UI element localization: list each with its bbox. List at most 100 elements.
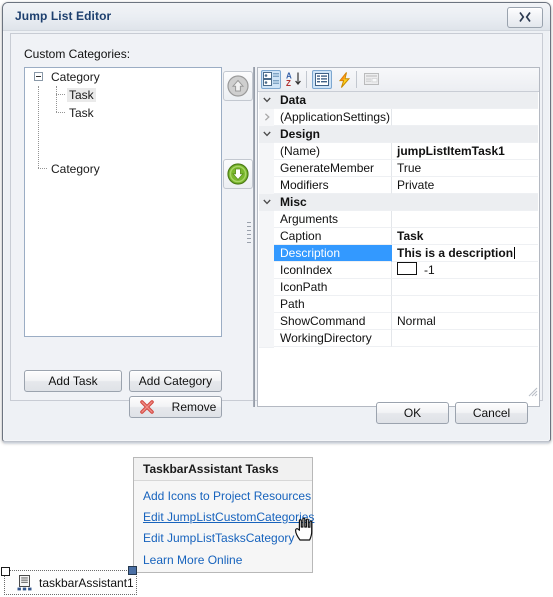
property-category-row[interactable]: Design xyxy=(259,126,538,144)
property-row-name[interactable]: (Name) jumpListItemTask1 xyxy=(259,143,538,161)
red-x-icon xyxy=(140,400,154,414)
property-value[interactable]: Task xyxy=(392,228,538,245)
tree-item-label: Category xyxy=(51,162,100,176)
property-grid[interactable]: A Z Data (ApplicationSettings) Design (N… xyxy=(257,67,540,407)
add-category-button[interactable]: Add Category xyxy=(129,370,222,392)
property-value[interactable]: True xyxy=(392,160,538,177)
toolbar-separator xyxy=(306,71,307,88)
smart-tag-edit-custom-categories-link[interactable]: Edit JumpListCustomCategories xyxy=(143,510,314,524)
svg-text:Z: Z xyxy=(286,79,291,87)
tree-item-task-1[interactable]: Task xyxy=(67,88,96,102)
tree-connector xyxy=(56,112,65,113)
property-value-text: This is a description xyxy=(397,246,514,260)
chevron-down-icon[interactable] xyxy=(263,130,271,138)
property-row-iconpath[interactable]: IconPath xyxy=(259,279,538,297)
property-category-row[interactable]: Misc xyxy=(259,194,538,212)
property-row-applicationsettings[interactable]: (ApplicationSettings) xyxy=(259,109,538,127)
dialog-titlebar[interactable]: Jump List Editor xyxy=(3,3,550,31)
add-task-button[interactable]: Add Task xyxy=(24,370,122,392)
close-icon xyxy=(519,12,531,22)
lightning-icon xyxy=(338,72,351,88)
ok-button[interactable]: OK xyxy=(376,402,449,424)
smart-tag-panel: TaskbarAssistant Tasks Add Icons to Proj… xyxy=(133,457,314,573)
property-value[interactable] xyxy=(392,279,538,296)
property-row-workingdirectory[interactable]: WorkingDirectory xyxy=(259,330,538,348)
smart-tag-learn-more-link[interactable]: Learn More Online xyxy=(143,553,242,567)
remove-button[interactable]: Remove xyxy=(129,396,222,418)
property-name: Misc xyxy=(274,194,538,211)
hand-cursor-icon xyxy=(295,517,313,541)
tree-expander-category-1[interactable] xyxy=(34,72,43,81)
selection-handle[interactable] xyxy=(1,567,10,576)
property-name: Arguments xyxy=(274,211,392,228)
property-row-modifiers[interactable]: Modifiers Private xyxy=(259,177,538,195)
smart-tag-edit-tasks-category-link[interactable]: Edit JumpListTasksCategory xyxy=(143,531,294,545)
property-row-iconindex[interactable]: IconIndex -1 xyxy=(259,262,538,280)
tree-item-task-2[interactable]: Task xyxy=(67,106,96,120)
property-pages-button[interactable] xyxy=(362,70,382,89)
row-gutter xyxy=(259,262,274,280)
row-gutter xyxy=(259,245,274,263)
text-cursor xyxy=(514,247,516,259)
property-name: IconPath xyxy=(274,279,392,296)
icon-preview-swatch xyxy=(397,262,417,275)
custom-categories-tree[interactable]: Category Task Task Category xyxy=(24,67,222,337)
resize-grip-icon[interactable] xyxy=(526,385,538,397)
property-name: GenerateMember xyxy=(274,160,392,177)
property-value[interactable]: -1 xyxy=(392,262,538,279)
row-gutter xyxy=(259,211,274,229)
splitter-grip xyxy=(247,222,251,254)
property-category-row[interactable]: Data xyxy=(259,92,538,110)
close-button[interactable] xyxy=(507,7,543,28)
property-row-arguments[interactable]: Arguments xyxy=(259,211,538,229)
row-gutter xyxy=(259,228,274,246)
component-tray-item[interactable]: taskbarAssistant1 xyxy=(4,570,137,595)
properties-button[interactable] xyxy=(312,70,332,89)
property-value-editor[interactable]: This is a description xyxy=(392,245,538,262)
property-value[interactable] xyxy=(392,296,538,313)
property-value[interactable] xyxy=(392,109,538,126)
row-gutter xyxy=(259,143,274,161)
row-gutter xyxy=(259,279,274,297)
property-value[interactable]: Private xyxy=(392,177,538,194)
alphabetical-sort-button[interactable]: A Z xyxy=(284,70,304,89)
chevron-right-icon[interactable] xyxy=(263,113,271,121)
chevron-down-icon[interactable] xyxy=(263,96,271,104)
row-gutter xyxy=(259,126,274,144)
component-tray-label: taskbarAssistant1 xyxy=(39,576,134,590)
row-gutter xyxy=(259,160,274,178)
property-value-text: -1 xyxy=(424,263,435,277)
remove-button-label: Remove xyxy=(171,400,217,414)
property-value[interactable]: Normal xyxy=(392,313,538,330)
property-name: IconIndex xyxy=(274,262,392,279)
events-button[interactable] xyxy=(334,70,354,89)
cancel-button[interactable]: Cancel xyxy=(455,402,528,424)
tree-connector xyxy=(38,168,47,169)
property-name: WorkingDirectory xyxy=(274,330,392,347)
property-row-caption[interactable]: Caption Task xyxy=(259,228,538,246)
tree-item-category-2[interactable]: Category xyxy=(49,162,102,176)
row-gutter xyxy=(259,109,274,127)
property-name: (ApplicationSettings) xyxy=(274,109,392,126)
property-value[interactable] xyxy=(392,211,538,228)
categorized-view-button[interactable] xyxy=(261,70,281,89)
property-value[interactable]: jumpListItemTask1 xyxy=(392,143,538,160)
property-grid-toolbar: A Z xyxy=(258,68,539,92)
chevron-down-icon[interactable] xyxy=(263,198,271,206)
jump-list-editor-dialog: Jump List Editor Custom Categories: Cate… xyxy=(2,2,551,444)
property-row-description[interactable]: Description This is a description xyxy=(259,245,538,263)
tree-connector xyxy=(38,86,39,168)
tree-item-category-1[interactable]: Category xyxy=(49,70,102,84)
panel-splitter[interactable] xyxy=(247,67,255,407)
property-grid-rows: Data (ApplicationSettings) Design (Name)… xyxy=(259,92,538,405)
component-icon xyxy=(17,575,32,591)
property-name: Data xyxy=(274,92,538,109)
property-row-showcommand[interactable]: ShowCommand Normal xyxy=(259,313,538,331)
dialog-content: Custom Categories: Category Task Task Ca… xyxy=(10,33,543,418)
property-row-path[interactable]: Path xyxy=(259,296,538,314)
property-row-generatemember[interactable]: GenerateMember True xyxy=(259,160,538,178)
tree-connector xyxy=(56,86,57,112)
smart-tag-add-icons-link[interactable]: Add Icons to Project Resources xyxy=(143,489,311,503)
property-value[interactable] xyxy=(392,330,538,347)
selection-handle-active[interactable] xyxy=(128,566,137,575)
